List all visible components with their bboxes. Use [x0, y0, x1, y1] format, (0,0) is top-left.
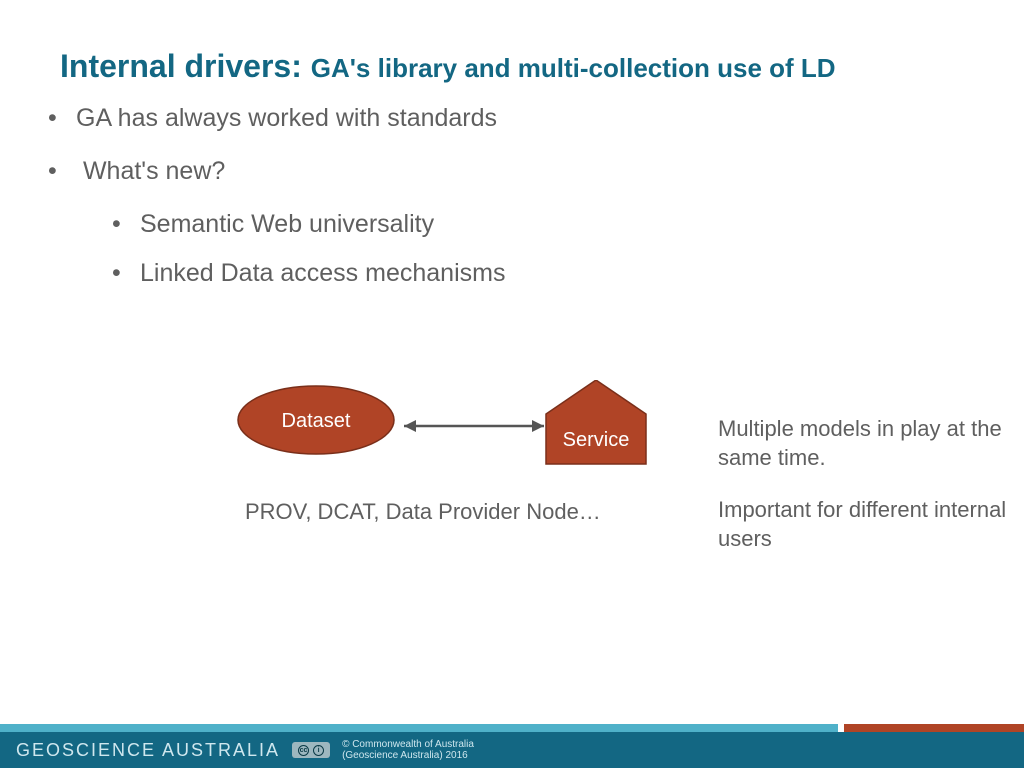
sub-bullet-item: Linked Data access mechanisms	[140, 259, 505, 288]
bullet-item: GA has always worked with standards	[76, 104, 505, 133]
cc-badge-icon: cc i	[292, 742, 330, 758]
accent-teal	[0, 724, 838, 732]
arrow-right-icon	[532, 420, 544, 432]
footer-accent-bar	[0, 724, 1024, 732]
copyright-line1: © Commonwealth of Australia	[342, 739, 474, 750]
cc-by-circle: i	[313, 745, 324, 756]
slide-title: Internal drivers: GA's library and multi…	[60, 48, 836, 85]
bullet-text: What's new?	[83, 157, 225, 185]
bullet-list: GA has always worked with standards What…	[76, 104, 505, 312]
footer-org: GEOSCIENCE AUSTRALIA	[16, 740, 280, 761]
side-note-2: Important for different internal users	[718, 496, 1024, 553]
sub-bullet-list: Semantic Web universality Linked Data ac…	[140, 210, 505, 288]
service-node	[546, 380, 646, 464]
title-sub: GA's library and multi-collection use of…	[311, 53, 836, 83]
service-label: Service	[563, 429, 630, 451]
footer-main-bar: GEOSCIENCE AUSTRALIA cc i © Commonwealth…	[0, 732, 1024, 768]
arrow-left-icon	[404, 420, 416, 432]
diagram: Dataset Service	[236, 380, 676, 490]
slide: Internal drivers: GA's library and multi…	[0, 0, 1024, 768]
bullet-item: What's new? Semantic Web universality Li…	[76, 157, 505, 288]
title-main: Internal drivers:	[60, 48, 311, 84]
side-note-1: Multiple models in play at the same time…	[718, 415, 1024, 472]
accent-rust	[844, 724, 1024, 732]
dataset-label: Dataset	[282, 410, 351, 432]
footer-copyright: © Commonwealth of Australia (Geoscience …	[342, 739, 474, 761]
copyright-line2: (Geoscience Australia) 2016	[342, 750, 468, 761]
cc-circle: cc	[298, 745, 309, 756]
diagram-caption: PROV, DCAT, Data Provider Node…	[245, 499, 601, 525]
sub-bullet-item: Semantic Web universality	[140, 210, 505, 239]
footer: GEOSCIENCE AUSTRALIA cc i © Commonwealth…	[0, 724, 1024, 768]
